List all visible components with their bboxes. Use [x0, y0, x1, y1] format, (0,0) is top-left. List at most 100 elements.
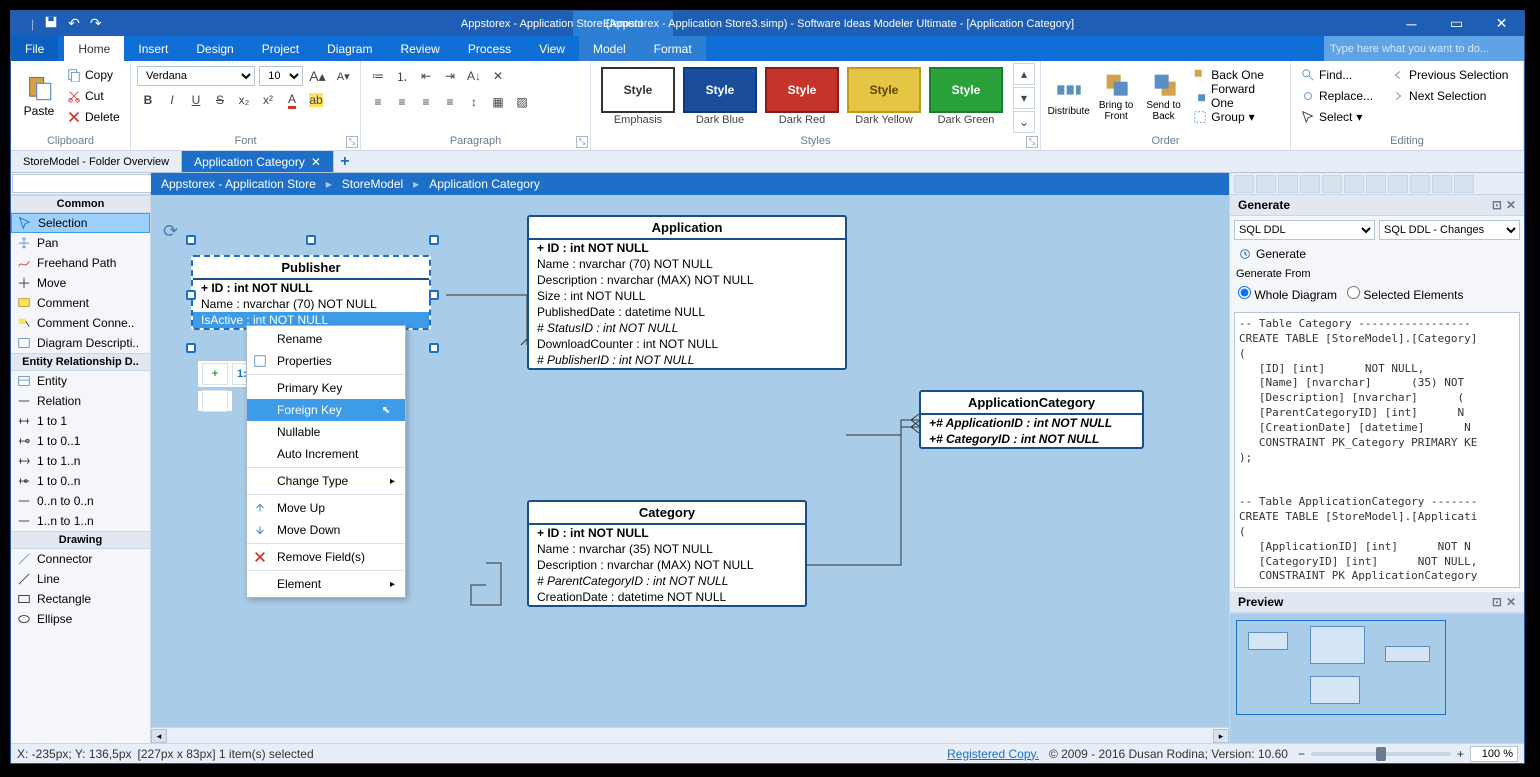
font-size-select[interactable]: 10 [259, 66, 302, 86]
tab-file[interactable]: File [11, 36, 58, 61]
entity-category[interactable]: Category + ID : int NOT NULL Name : nvar… [527, 500, 807, 607]
justify-button[interactable]: ≡ [439, 91, 461, 113]
maximize-button[interactable]: ▭ [1434, 11, 1479, 36]
zoom-in-button[interactable]: + [1457, 747, 1464, 761]
ribbon-search-input[interactable] [1324, 36, 1524, 61]
entity-publisher[interactable]: Publisher + ID : int NOT NULL Name : nva… [191, 255, 431, 330]
sql-output[interactable]: -- Table Category ----------------- CREA… [1234, 312, 1520, 588]
registered-link[interactable]: Registered Copy. [947, 747, 1039, 761]
underline-button[interactable]: U [185, 89, 207, 111]
tool-1to01[interactable]: 1 to 0..1 [11, 431, 150, 451]
highlight-button[interactable]: ab [305, 89, 327, 111]
tool-diagram-desc[interactable]: Diagram Descripti.. [11, 333, 150, 353]
qat-redo-icon[interactable]: ↷ [90, 15, 102, 32]
select-button[interactable]: Select ▾ [1297, 107, 1377, 127]
bc-root[interactable]: Appstorex - Application Store [161, 177, 316, 191]
font-name-select[interactable]: Verdana [137, 66, 255, 86]
style-darkblue[interactable]: Style [683, 67, 757, 113]
close-tab-icon[interactable]: ✕ [311, 155, 321, 169]
tab-home[interactable]: Home [64, 36, 124, 61]
ctx-primary-key[interactable]: Primary Key [247, 377, 405, 399]
indent-button[interactable]: ⇥ [439, 65, 461, 87]
tool-rectangle[interactable]: Rectangle [11, 589, 150, 609]
style-emphasis[interactable]: Style [601, 67, 675, 113]
doc-tab-overview[interactable]: StoreModel - Folder Overview [11, 151, 182, 172]
ctx-move-up[interactable]: Move Up [247, 497, 405, 519]
ddl-type-select[interactable]: SQL DDL [1234, 220, 1375, 240]
sort-button[interactable]: A↓ [463, 65, 485, 87]
superscript-button[interactable]: x² [257, 89, 279, 111]
clear-button[interactable]: ✕ [487, 65, 509, 87]
zoom-input[interactable] [1470, 746, 1518, 762]
font-color-button[interactable]: A [281, 89, 303, 111]
prev-selection-button[interactable]: Previous Selection [1387, 65, 1512, 85]
zoom-out-button[interactable]: − [1298, 747, 1305, 761]
add-tab-button[interactable]: + [334, 151, 356, 172]
resize-handle[interactable] [306, 235, 316, 245]
bullets-button[interactable]: ≔ [367, 65, 389, 87]
ctx-foreign-key[interactable]: Foreign Key⬉ [247, 399, 405, 421]
delete-button[interactable]: Delete [65, 107, 122, 127]
tool-ellipse[interactable]: Ellipse [11, 609, 150, 629]
tool-selection[interactable]: Selection [11, 213, 150, 233]
outdent-button[interactable]: ⇤ [415, 65, 437, 87]
radio-selected-elements[interactable]: Selected Elements [1347, 286, 1463, 302]
style-darkred[interactable]: Style [765, 67, 839, 113]
grow-font-icon[interactable]: A▴ [307, 65, 329, 87]
tool-1to1n[interactable]: 1 to 1..n [11, 451, 150, 471]
resize-handle[interactable] [429, 235, 439, 245]
tab-model[interactable]: Model [579, 36, 640, 61]
doc-tab-appcategory[interactable]: Application Category✕ [182, 151, 334, 172]
style-darkgreen[interactable]: Style [929, 67, 1003, 113]
diagram-canvas[interactable]: ⟳ Publisher + ID : int NOT NULL Name : n… [151, 195, 1229, 727]
minimize-button[interactable]: ─ [1389, 11, 1434, 36]
tab-insert[interactable]: Insert [124, 36, 182, 61]
zoom-slider[interactable] [1311, 752, 1451, 756]
tool-comment-connector[interactable]: Comment Conne.. [11, 313, 150, 333]
ctx-nullable[interactable]: Nullable [247, 421, 405, 443]
tool-1to0n[interactable]: 1 to 0..n [11, 471, 150, 491]
tab-project[interactable]: Project [248, 36, 313, 61]
copy-button[interactable]: Copy [65, 65, 122, 85]
qat-save-icon[interactable] [44, 15, 58, 32]
tab-design[interactable]: Design [182, 36, 247, 61]
resize-handle[interactable] [186, 290, 196, 300]
tool-pan[interactable]: Pan [11, 233, 150, 253]
ctx-properties[interactable]: Properties [247, 350, 405, 372]
tab-diagram[interactable]: Diagram [313, 36, 386, 61]
ctx-move-down[interactable]: Move Down [247, 519, 405, 541]
bold-button[interactable]: B [137, 89, 159, 111]
strike-button[interactable]: S [209, 89, 231, 111]
style-down-button[interactable]: ▾ [1013, 87, 1035, 109]
resize-handle[interactable] [186, 343, 196, 353]
tool-line[interactable]: Line [11, 569, 150, 589]
tool-1nto1n[interactable]: 1..n to 1..n [11, 511, 150, 531]
radio-whole-diagram[interactable]: Whole Diagram [1238, 286, 1337, 302]
align-right-button[interactable]: ≡ [415, 91, 437, 113]
style-up-button[interactable]: ▴ [1013, 63, 1035, 85]
entity-appcategory[interactable]: ApplicationCategory +# ApplicationID : i… [919, 390, 1144, 449]
align-center-button[interactable]: ≡ [391, 91, 413, 113]
horizontal-scrollbar[interactable]: ◂▸ [151, 727, 1229, 743]
group-button[interactable]: Group ▾ [1189, 107, 1284, 127]
find-button[interactable]: Find... [1297, 65, 1377, 85]
panel-close-icon[interactable]: ✕ [1506, 198, 1516, 212]
pin-icon[interactable]: ⊡ [1492, 198, 1502, 212]
distribute-button[interactable]: Distribute [1047, 63, 1090, 129]
quick-more[interactable] [197, 390, 233, 412]
paste-button[interactable]: Paste [17, 63, 61, 129]
numbering-button[interactable]: ⒈ [391, 65, 413, 87]
tool-relation[interactable]: Relation [11, 391, 150, 411]
entity-application[interactable]: Application + ID : int NOT NULL Name : n… [527, 215, 847, 370]
ctx-change-type[interactable]: Change Type▸ [247, 470, 405, 492]
tab-format[interactable]: Format [640, 36, 706, 61]
italic-button[interactable]: I [161, 89, 183, 111]
send-back-button[interactable]: Send to Back [1142, 63, 1185, 129]
styles-dialog-launcher[interactable]: ⤡ [1026, 136, 1038, 148]
resize-handle[interactable] [429, 343, 439, 353]
borders-button[interactable]: ▦ [487, 91, 509, 113]
ctx-remove-fields[interactable]: Remove Field(s) [247, 546, 405, 568]
ctx-rename[interactable]: Rename [247, 328, 405, 350]
context-menu[interactable]: Rename Properties Primary Key Foreign Ke… [246, 325, 406, 598]
resize-handle[interactable] [186, 235, 196, 245]
